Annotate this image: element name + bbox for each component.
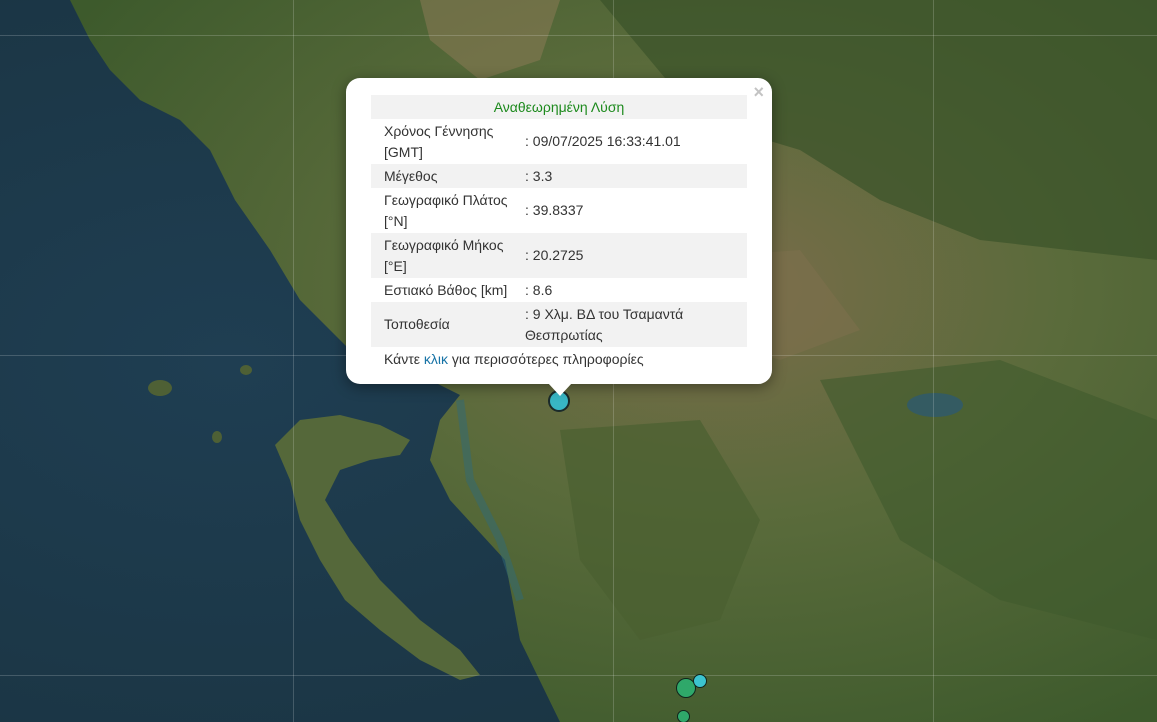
popup-footer: Κάντε κλικ για περισσότερες πληροφορίες — [371, 347, 747, 371]
info-row-magnitude: Μέγεθος : 3.3 — [371, 164, 747, 188]
info-label: Γεωγραφικό Πλάτος [°N] — [384, 191, 508, 229]
more-info-link[interactable]: κλικ — [424, 351, 448, 367]
popup-pointer — [548, 383, 572, 396]
info-label: Μέγεθος — [384, 167, 438, 184]
info-value: : 20.2725 — [525, 247, 584, 263]
footer-prefix: Κάντε — [384, 351, 424, 367]
info-label: Γεωγραφικό Μήκος [°E] — [384, 236, 504, 274]
earthquake-marker[interactable] — [677, 710, 690, 722]
graticule-line — [293, 0, 294, 722]
info-label: Τοποθεσία — [384, 316, 450, 332]
earthquake-popup: × Αναθεωρημένη Λύση Χρόνος Γέννησης [GMT… — [346, 78, 772, 384]
footer-suffix: για περισσότερες πληροφορίες — [448, 351, 644, 367]
info-label: Εστιακό Βάθος [km] — [384, 281, 508, 298]
info-row-latitude: Γεωγραφικό Πλάτος [°N] : 39.8337 — [371, 188, 747, 233]
map-canvas[interactable]: × Αναθεωρημένη Λύση Χρόνος Γέννησης [GMT… — [0, 0, 1157, 722]
info-label: Χρόνος Γέννησης [GMT] — [384, 122, 494, 160]
popup-title: Αναθεωρημένη Λύση — [371, 95, 747, 119]
info-row-depth: Εστιακό Βάθος [km] : 8.6 — [371, 278, 747, 302]
graticule-line — [933, 0, 934, 722]
popup-content: Αναθεωρημένη Λύση Χρόνος Γέννησης [GMT] … — [371, 95, 747, 371]
info-value: : 3.3 — [525, 167, 553, 184]
info-row-location: Τοποθεσία : 9 Χλμ. ΒΔ του Τσαμαντά Θεσπρ… — [371, 302, 747, 347]
graticule-line — [0, 35, 1157, 36]
earthquake-marker[interactable] — [693, 674, 707, 688]
info-row-longitude: Γεωγραφικό Μήκος [°E] : 20.2725 — [371, 233, 747, 278]
info-value: : 8.6 — [525, 281, 553, 298]
info-row-origin-time: Χρόνος Γέννησης [GMT] : 09/07/2025 16:33… — [371, 119, 747, 164]
info-value: : 9 Χλμ. ΒΔ του Τσαμαντά Θεσπρωτίας — [525, 305, 684, 343]
info-value: : 39.8337 — [525, 202, 584, 218]
graticule-line — [0, 675, 1157, 676]
info-value: : 09/07/2025 16:33:41.01 — [525, 133, 681, 149]
popup-close-button[interactable]: × — [753, 82, 764, 102]
